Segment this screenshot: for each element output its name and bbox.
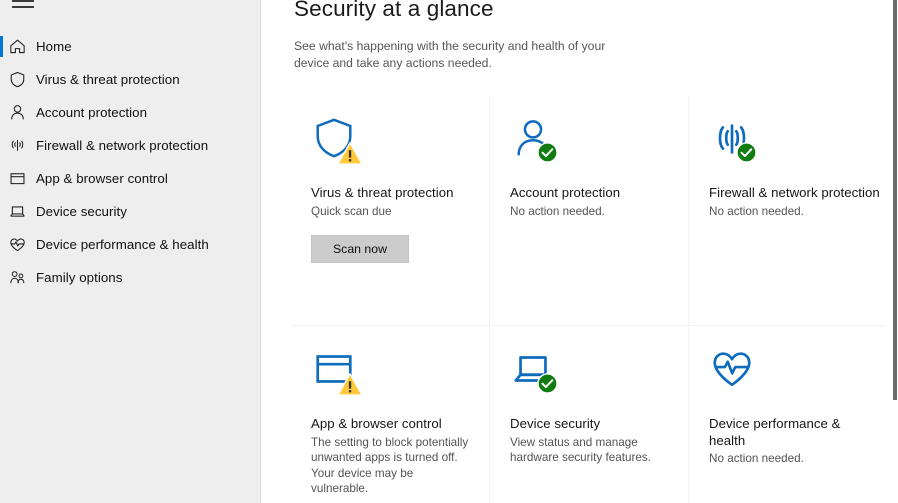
card-title: Device security [510,416,668,433]
selection-accent-bar [0,267,3,288]
sidebar-item-app-browser-control[interactable]: App & browser control [0,162,260,195]
card-virus-threat-protection[interactable]: Virus & threat protection Quick scan due… [291,95,489,325]
menu-hamburger-icon[interactable] [12,0,34,11]
sidebar-item-label: App & browser control [36,171,168,186]
sidebar-item-label: Firewall & network protection [36,138,208,153]
scan-now-button[interactable]: Scan now [311,235,409,263]
sidebar-item-label: Account protection [36,105,147,120]
card-description: No action needed. [709,204,880,220]
sidebar-item-account-protection[interactable]: Account protection [0,96,260,129]
sidebar-nav: Home Virus & threat protection [0,30,260,294]
page-title: Security at a glance [294,0,898,22]
person-icon [8,103,36,122]
sidebar-item-firewall-network-protection[interactable]: Firewall & network protection [0,129,260,162]
card-device-performance-health[interactable]: Device performance & health No action ne… [689,326,898,503]
card-firewall-network-protection[interactable]: Firewall & network protection No action … [689,95,898,325]
card-description: The setting to block potentially unwante… [311,435,469,497]
card-icon [311,346,469,404]
sidebar-item-device-security[interactable]: Device security [0,195,260,228]
card-description: No action needed. [510,204,668,220]
warning-triangle-badge [337,141,363,165]
browser-window-icon [8,169,36,188]
vertical-scrollbar[interactable] [883,0,898,503]
main-content: Security at a glance See what's happenin… [261,0,898,503]
selection-accent-bar [0,36,3,57]
home-icon [8,37,36,56]
heart-pulse-icon [709,346,755,392]
windows-security-window: Home Virus & threat protection [0,0,898,503]
family-people-icon [8,268,36,287]
card-account-protection[interactable]: Account protection No action needed. [490,95,688,325]
green-check-badge [537,373,558,394]
wireless-signal-icon [8,136,36,155]
card-icon [709,115,880,173]
card-title: Account protection [510,185,668,202]
sidebar-top-strip [0,0,261,2]
sidebar-item-label: Home [36,39,72,54]
sidebar-item-virus-threat-protection[interactable]: Virus & threat protection [0,63,260,96]
card-title: Device performance & health [709,416,880,449]
card-description: No action needed. [709,451,880,467]
shield-icon [8,70,36,89]
selection-accent-bar [0,102,3,123]
selection-accent-bar [0,168,3,189]
card-icon [709,346,880,404]
card-title: Virus & threat protection [311,185,469,202]
sidebar-item-family-options[interactable]: Family options [0,261,260,294]
card-icon [510,346,668,404]
sidebar-item-home[interactable]: Home [0,30,260,63]
green-check-badge [736,142,757,163]
scrollbar-thumb[interactable] [893,0,897,400]
card-title: App & browser control [311,416,469,433]
page-subtitle: See what's happening with the security a… [294,38,624,72]
page-header: Security at a glance See what's happenin… [261,0,898,72]
sidebar-item-label: Device performance & health [36,237,209,252]
sidebar-item-label: Device security [36,204,127,219]
card-description: Quick scan due [311,204,469,220]
sidebar: Home Virus & threat protection [0,0,261,503]
status-cards-grid: Virus & threat protection Quick scan due… [291,95,898,503]
sidebar-item-label: Virus & threat protection [36,72,180,87]
card-description: View status and manage hardware security… [510,435,668,466]
card-app-browser-control[interactable]: App & browser control The setting to blo… [291,326,489,503]
green-check-badge [537,142,558,163]
selection-accent-bar [0,135,3,156]
selection-accent-bar [0,234,3,255]
selection-accent-bar [0,201,3,222]
card-icon [510,115,668,173]
sidebar-item-device-performance-health[interactable]: Device performance & health [0,228,260,261]
sidebar-item-label: Family options [36,270,122,285]
selection-accent-bar [0,69,3,90]
warning-triangle-badge [337,372,363,396]
laptop-icon [8,202,36,221]
card-icon [311,115,469,173]
card-title: Firewall & network protection [709,185,880,202]
heart-pulse-icon [8,235,36,254]
card-device-security[interactable]: Device security View status and manage h… [490,326,688,503]
